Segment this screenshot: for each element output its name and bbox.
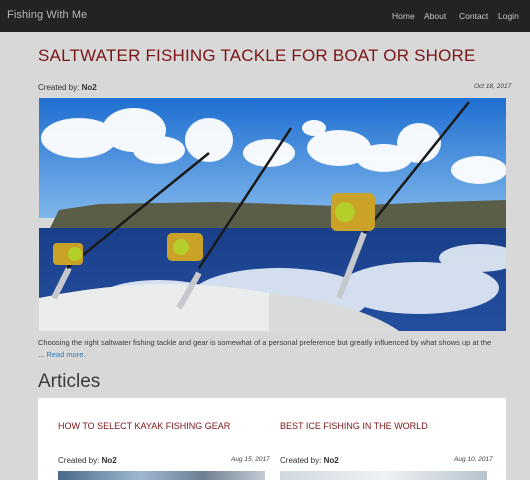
article-date: Aug 10, 2017 [454,456,493,463]
nav-contact[interactable]: Contact [459,11,488,21]
hero-image-graphic [39,98,506,331]
post-excerpt: Choosing the right saltwater fishing tac… [38,337,498,360]
article-meta: Created by: No2 [58,456,117,465]
read-more-link[interactable]: Read more. [46,350,85,359]
article-meta: Created by: No2 [280,456,339,465]
article-author: No2 [323,456,339,465]
nav-login[interactable]: Login [498,11,519,21]
created-by-label: Created by: [280,456,322,465]
post-excerpt-text: Choosing the right saltwater fishing tac… [38,338,492,359]
post-author: No2 [81,83,97,92]
post-meta: Created by: No2 [38,83,97,92]
article-title[interactable]: HOW TO SELECT KAYAK FISHING GEAR [58,421,230,431]
article-thumbnail[interactable] [280,471,487,480]
created-by-label: Created by: [38,83,80,92]
article-author: No2 [101,456,117,465]
article-thumbnail[interactable] [58,471,265,480]
created-by-label: Created by: [58,456,100,465]
nav-home[interactable]: Home [392,11,415,21]
articles-heading: Articles [38,371,101,392]
post-date: Oct 18, 2017 [474,83,512,90]
article-date: Aug 15, 2017 [231,456,270,463]
top-navbar: Fishing With Me Home About Contact Login [0,0,530,32]
articles-panel: HOW TO SELECT KAYAK FISHING GEAR Created… [38,398,506,480]
nav-about[interactable]: About [424,11,446,21]
hero-image[interactable] [39,98,506,331]
site-brand[interactable]: Fishing With Me [7,9,87,21]
article-title[interactable]: BEST ICE FISHING IN THE WORLD [280,421,428,431]
post-title[interactable]: SALTWATER FISHING TACKLE FOR BOAT OR SHO… [38,46,476,66]
